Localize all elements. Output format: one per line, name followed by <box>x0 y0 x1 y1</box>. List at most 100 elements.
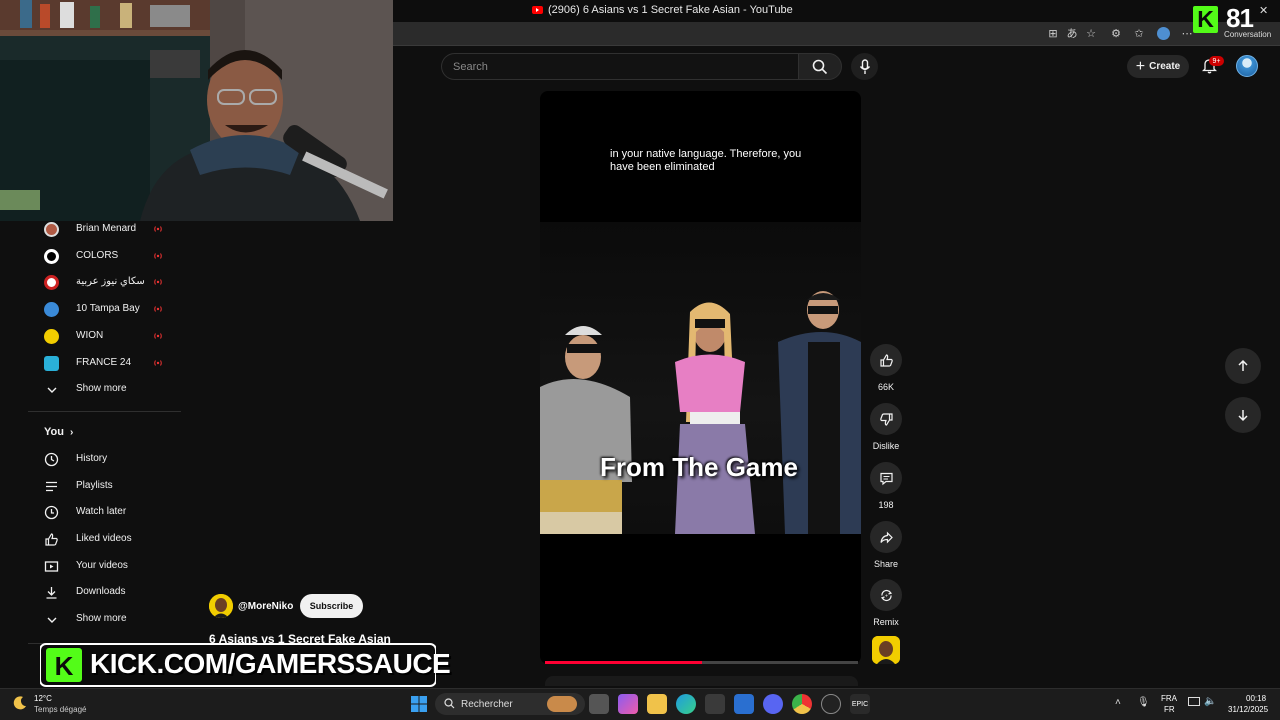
create-label: Create <box>1149 61 1181 72</box>
browser-toolbar <box>393 22 1280 46</box>
video-caption: in your native language. Therefore, you … <box>610 148 802 173</box>
obs-icon[interactable] <box>821 694 841 714</box>
windows-logo-icon <box>411 696 427 712</box>
weather-moon-icon[interactable] <box>12 695 28 716</box>
sidebar-item-liked-videos[interactable]: Liked videos <box>28 527 173 551</box>
live-icon <box>154 279 162 285</box>
channel-avatar[interactable] <box>209 594 233 618</box>
close-window-icon[interactable]: ✕ <box>1259 4 1268 17</box>
copilot-icon[interactable] <box>618 694 638 714</box>
remix-button[interactable]: + Remix <box>870 579 902 627</box>
favorites-icon[interactable]: ✩ <box>1132 26 1146 40</box>
sound-thumbnail[interactable] <box>872 636 900 664</box>
show-more-you[interactable]: Show more <box>28 607 173 631</box>
sidebar-item-your-videos[interactable]: Your videos <box>28 554 173 578</box>
sidebar-item-playlists[interactable]: Playlists <box>28 474 173 498</box>
sidebar-item-label: Watch later <box>76 506 127 517</box>
voice-search-button[interactable] <box>851 53 878 80</box>
comments-button[interactable]: 198 <box>870 462 902 510</box>
show-more-label: Show more <box>76 383 127 394</box>
translate-icon[interactable]: あ <box>1065 26 1079 40</box>
store-icon[interactable] <box>705 694 725 714</box>
window-title-text: (2906) 6 Asians vs 1 Secret Fake Asian -… <box>548 4 793 16</box>
kick-banner-text: KICK.COM/GAMERSSAUCE <box>90 648 451 679</box>
extensions-icon[interactable]: ⚙ <box>1109 26 1123 40</box>
kick-banner: K KICK.COM/GAMERSSAUCE <box>39 642 451 688</box>
avatar[interactable] <box>1236 55 1258 77</box>
network-icon[interactable] <box>1188 697 1200 706</box>
next-short-preview[interactable] <box>545 676 858 686</box>
svg-text:K: K <box>55 651 74 681</box>
clock-time[interactable]: 00:18 <box>1246 694 1266 703</box>
discord-icon[interactable] <box>763 694 783 714</box>
taskbar-search[interactable]: Rechercher <box>435 693 585 715</box>
sidebar-item-downloads[interactable]: Downloads <box>28 580 173 604</box>
clock-date[interactable]: 31/12/2025 <box>1228 705 1268 714</box>
epic-games-icon[interactable]: EPIC <box>850 694 870 714</box>
file-explorer-icon[interactable] <box>647 694 667 714</box>
playlists-icon <box>44 479 59 494</box>
start-button[interactable] <box>409 694 429 714</box>
chevron-up-icon[interactable]: ˄ <box>1115 697 1121 708</box>
subscribe-button[interactable]: Subscribe <box>300 594 363 618</box>
search-button[interactable] <box>798 53 842 80</box>
mail-icon[interactable] <box>734 694 754 714</box>
sidebar-item-history[interactable]: History <box>28 447 173 471</box>
remix-icon: + <box>870 579 902 611</box>
remix-label: Remix <box>873 617 899 627</box>
sidebar-item-label: WION <box>76 330 104 341</box>
sidebar-item-watch-later[interactable]: Watch later <box>28 500 173 524</box>
share-label: Share <box>873 559 899 569</box>
task-view-icon[interactable] <box>589 694 609 714</box>
video-subtitle: From The Game <box>600 452 798 482</box>
your-videos-icon <box>44 559 59 574</box>
next-short-button[interactable] <box>1225 397 1261 433</box>
like-count: 66K <box>877 382 894 392</box>
search-input[interactable]: Search <box>441 53 799 80</box>
sidebar-item-sky-news-arabia[interactable]: سكاي نيوز عربية <box>28 270 173 294</box>
share-button[interactable]: Share <box>870 521 902 569</box>
sidebar-item-label: Brian Menard <box>76 223 137 234</box>
weather-description[interactable]: Temps dégagé <box>34 705 86 714</box>
sidebar-item-label: History <box>76 453 108 464</box>
previous-short-button[interactable] <box>1225 348 1261 384</box>
search-icon <box>812 59 828 74</box>
volume-icon[interactable]: 🔈 <box>1204 696 1216 707</box>
sidebar-item-france-24[interactable]: FRANCE 24 <box>28 351 173 375</box>
live-icon <box>154 333 162 339</box>
history-icon <box>44 452 59 467</box>
dislike-icon <box>870 403 902 435</box>
sidebar-item-label: Liked videos <box>76 533 132 544</box>
search-placeholder: Search <box>453 60 488 73</box>
like-button[interactable]: 66K <box>870 344 902 392</box>
sidebar-item-brian-menard[interactable]: Brian Menard <box>28 217 173 241</box>
keyboard-layout[interactable]: FR <box>1164 705 1175 714</box>
edge-browser-icon[interactable] <box>676 694 696 714</box>
notification-badge: 9+ <box>1209 56 1224 66</box>
youtube-favicon-icon <box>532 6 543 14</box>
chrome-icon[interactable] <box>792 694 812 714</box>
live-icon <box>154 306 162 312</box>
show-more-subscriptions[interactable]: Show more <box>28 377 173 401</box>
dislike-button[interactable]: Dislike <box>870 403 902 451</box>
live-icon <box>154 253 162 259</box>
watch-later-icon <box>44 505 59 520</box>
arrow-up-icon <box>1238 359 1248 371</box>
you-section-header[interactable]: You › <box>44 426 73 438</box>
language-indicator[interactable]: FRA <box>1161 694 1177 703</box>
kick-logo-icon: K <box>1193 6 1218 33</box>
app-icon[interactable]: ⊞ <box>1046 26 1060 40</box>
webcam-overlay <box>0 0 393 221</box>
favorite-star-icon[interactable]: ☆ <box>1084 26 1098 40</box>
microphone-icon[interactable]: 🎙 <box>1137 697 1150 708</box>
weather-temperature[interactable]: 12°C <box>34 694 52 703</box>
profile-icon[interactable] <box>1156 26 1170 40</box>
sidebar-item-colors[interactable]: COLORS <box>28 244 173 268</box>
sidebar-divider <box>28 411 181 412</box>
sidebar-item-label: COLORS <box>76 250 119 261</box>
channel-name[interactable]: @MoreNiko <box>238 601 293 612</box>
sidebar-item-wion[interactable]: WION <box>28 324 173 348</box>
create-button[interactable]: + Create <box>1127 55 1189 78</box>
more-menu-icon[interactable]: ⋯ <box>1180 26 1194 40</box>
sidebar-item-10-tampa-bay[interactable]: 10 Tampa Bay <box>28 297 173 321</box>
